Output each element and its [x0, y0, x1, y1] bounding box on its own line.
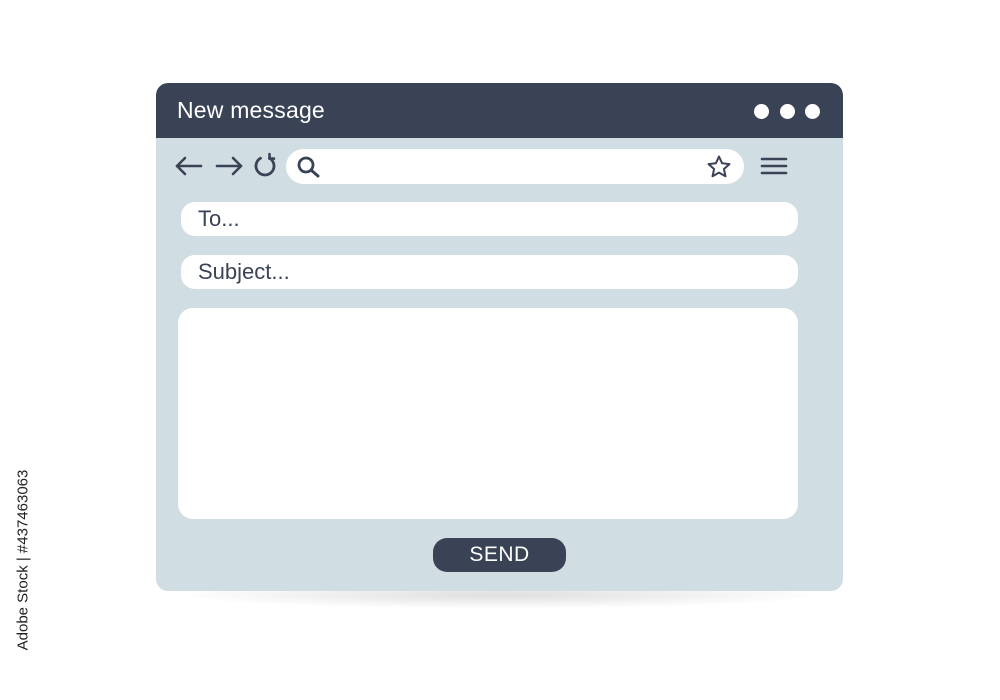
address-bar	[286, 149, 744, 184]
stock-watermark: Adobe Stock | #437463063	[8, 460, 38, 660]
search-icon	[297, 156, 320, 178]
window-title: New message	[177, 97, 325, 123]
page-canvas: New message To... Subject... SEND Adobe …	[0, 0, 1000, 700]
send-button[interactable]: SEND	[433, 538, 566, 572]
to-input[interactable]	[198, 205, 778, 233]
address-input[interactable]	[330, 153, 700, 180]
more-options-button[interactable]	[754, 101, 820, 121]
dot-icon	[805, 103, 820, 119]
menu-button[interactable]	[759, 152, 789, 182]
arrow-left-icon	[175, 156, 203, 176]
back-button[interactable]	[174, 151, 204, 181]
subject-input[interactable]	[198, 258, 778, 286]
compose-window: New message To... Subject... SEND	[156, 83, 843, 591]
reload-icon	[254, 152, 276, 177]
dot-icon	[779, 103, 795, 119]
star-icon[interactable]	[706, 154, 732, 180]
hamburger-menu-icon	[760, 157, 788, 175]
dot-icon	[754, 103, 769, 119]
title-bar: New message	[156, 83, 843, 138]
subject-field-container	[181, 255, 798, 289]
arrow-right-icon	[215, 156, 243, 176]
reload-button[interactable]	[250, 151, 280, 181]
to-field-container	[181, 202, 798, 236]
watermark-text: Adobe Stock | #437463063	[14, 469, 32, 651]
message-body-textarea[interactable]	[178, 308, 798, 519]
forward-button[interactable]	[214, 151, 244, 181]
